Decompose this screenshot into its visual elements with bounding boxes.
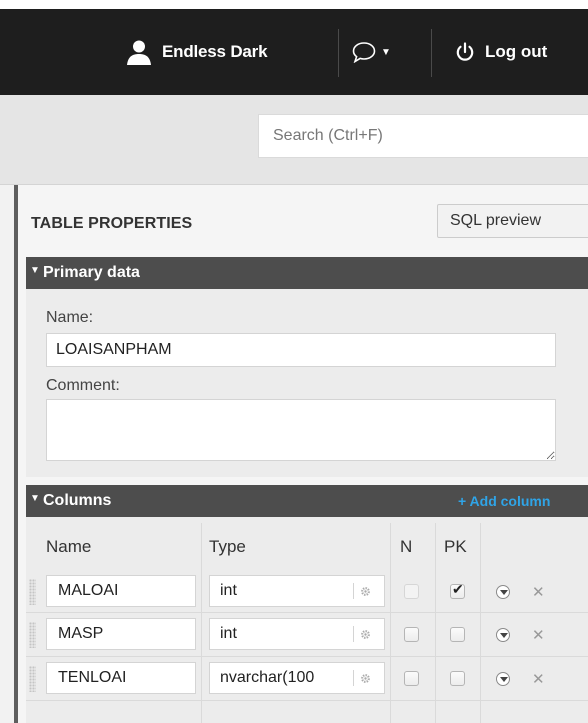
primary-key-checkbox[interactable] — [450, 671, 465, 686]
panel-title: TABLE PROPERTIES — [31, 215, 193, 232]
delete-column-icon[interactable]: ✕ — [532, 626, 545, 644]
chat-menu-button[interactable]: ▼ — [352, 37, 391, 67]
divider — [431, 29, 432, 77]
gear-icon[interactable] — [353, 626, 371, 642]
top-bar: Endless Dark ▼ Log out — [0, 0, 588, 95]
sql-preview-button[interactable]: SQL preview — [437, 204, 588, 238]
row-options-icon[interactable] — [496, 672, 510, 686]
primary-key-checkbox[interactable]: ✔ — [450, 581, 465, 599]
drag-handle-icon[interactable] — [29, 622, 36, 648]
grid-line — [26, 700, 588, 701]
section-title: Columns — [43, 492, 112, 509]
gear-icon[interactable] — [353, 670, 371, 686]
row-options-icon[interactable] — [496, 628, 510, 642]
column-name-input[interactable] — [46, 618, 196, 650]
comment-label: Comment: — [46, 377, 120, 394]
delete-column-icon[interactable]: ✕ — [532, 670, 545, 688]
column-header-name: Name — [46, 537, 92, 556]
power-icon — [456, 42, 474, 61]
primary-data-header[interactable]: ▼ Primary data — [26, 257, 588, 289]
name-label: Name: — [46, 309, 94, 326]
search-input[interactable] — [258, 114, 588, 158]
table-name-input[interactable] — [46, 333, 556, 367]
user-icon — [127, 40, 151, 65]
logout-button[interactable]: Log out — [455, 37, 547, 67]
grid-line — [201, 523, 202, 723]
comment-textarea[interactable] — [46, 399, 556, 461]
logout-label: Log out — [485, 42, 548, 61]
primary-key-checkbox[interactable] — [450, 627, 465, 642]
chevron-down-icon: ▼ — [381, 46, 391, 58]
user-name: Endless Dark — [162, 42, 268, 61]
collapse-arrow-icon: ▼ — [30, 265, 40, 276]
column-name-input[interactable] — [46, 662, 196, 694]
column-header-pk: PK — [444, 537, 467, 556]
grid-line — [435, 523, 436, 723]
column-header-type: Type — [209, 537, 246, 556]
drag-handle-icon[interactable] — [29, 579, 36, 605]
row-options-icon[interactable] — [496, 585, 510, 599]
drag-handle-icon[interactable] — [29, 666, 36, 692]
section-title: Primary data — [43, 264, 140, 281]
collapse-arrow-icon: ▼ — [30, 493, 40, 504]
columns-header[interactable]: ▼ Columns + Add column — [26, 485, 588, 517]
divider — [338, 29, 339, 77]
gear-icon[interactable] — [353, 583, 371, 599]
nullable-checkbox[interactable] — [404, 627, 419, 642]
chat-bubble-icon — [352, 42, 376, 63]
grid-line — [480, 523, 481, 723]
search-bar — [0, 95, 588, 185]
nullable-checkbox[interactable] — [404, 584, 419, 599]
column-header-nullable: N — [400, 537, 413, 556]
delete-column-icon[interactable]: ✕ — [532, 583, 545, 601]
user-menu[interactable]: Endless Dark — [126, 37, 268, 67]
grid-line — [26, 612, 588, 613]
grid-line — [390, 523, 391, 723]
left-gutter — [0, 185, 14, 723]
checkmark-icon: ✔ — [452, 581, 464, 597]
add-column-button[interactable]: + Add column — [458, 493, 550, 509]
nullable-checkbox[interactable] — [404, 671, 419, 686]
column-name-input[interactable] — [46, 575, 196, 607]
grid-line — [26, 656, 588, 657]
